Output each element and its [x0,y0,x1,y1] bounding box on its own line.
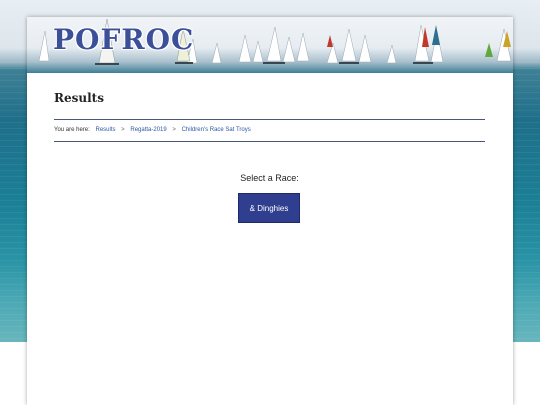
page-frame: POFROC Results You are here: Results > R… [27,17,513,405]
breadcrumb-separator: > [121,127,125,133]
breadcrumb: You are here: Results > Regatta-2019 > C… [54,127,251,133]
race-button-dinghies[interactable]: & Dinghies [238,193,300,223]
breadcrumb-link-race[interactable]: Children's Race Sat Troys [182,127,251,133]
breadcrumb-divider [54,141,485,142]
breadcrumb-prefix: You are here: [54,127,90,133]
header-banner: POFROC [27,17,513,73]
breadcrumb-link-results[interactable]: Results [95,127,115,133]
title-divider [54,119,485,120]
page-title: Results [54,91,104,105]
breadcrumb-link-regatta[interactable]: Regatta-2019 [130,127,166,133]
select-race-label: Select a Race: [240,173,299,183]
site-logo[interactable]: POFROC [53,23,194,56]
breadcrumb-separator: > [172,127,176,133]
